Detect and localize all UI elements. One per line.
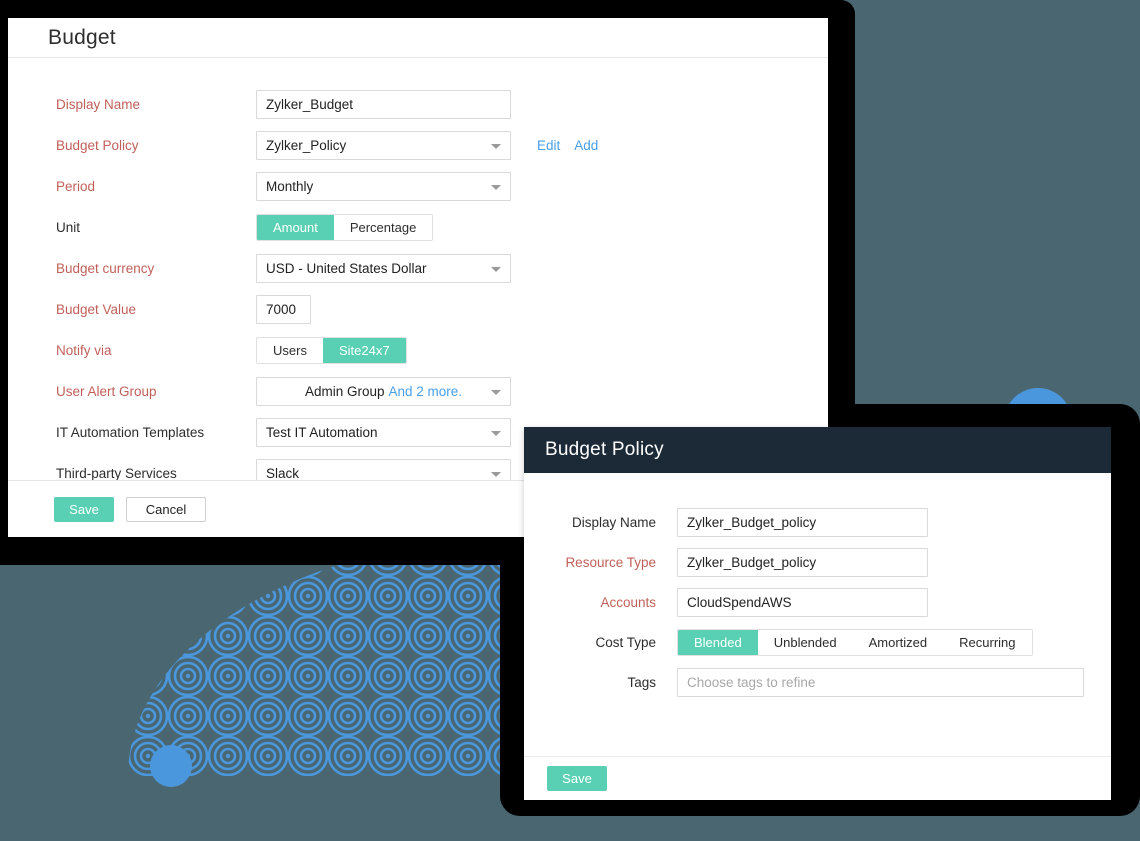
select-it-automation-templates-value: Test IT Automation — [266, 425, 378, 440]
input-display-name[interactable]: Zylker_Budget — [256, 90, 511, 119]
segment-cost-type: Blended Unblended Amortized Recurring — [677, 628, 1033, 656]
budget-policy-dialog: Budget Policy Display Name Zylker_Budget… — [524, 427, 1111, 800]
select-user-alert-group[interactable]: Admin Group And 2 more. — [256, 377, 511, 406]
input-budget-value[interactable]: 7000 — [256, 295, 311, 324]
budget-policy-links: Edit Add — [537, 138, 598, 153]
label-it-automation-templates: IT Automation Templates — [56, 425, 205, 440]
policy-label-display-name: Display Name — [571, 514, 656, 530]
edit-policy-link[interactable]: Edit — [537, 138, 560, 153]
label-budget-policy: Budget Policy — [56, 138, 139, 153]
policy-label-tags: Tags — [627, 674, 656, 690]
segment-option-amount[interactable]: Amount — [257, 215, 334, 240]
policy-input-accounts[interactable]: CloudSpendAWS — [677, 587, 928, 617]
policy-row-resource-type: Resource Type Zylker_Budget_policy — [524, 542, 1111, 582]
policy-dialog-header: Budget Policy — [524, 427, 1111, 473]
label-unit: Unit — [56, 220, 81, 235]
segment-option-users[interactable]: Users — [257, 338, 323, 363]
budget-form: Display Name Zylker_Budget Budget Policy… — [8, 58, 828, 488]
label-period: Period — [56, 179, 96, 194]
select-budget-currency[interactable]: USD - United States Dollar — [256, 254, 511, 283]
label-display-name: Display Name — [56, 97, 141, 112]
label-third-party-services: Third-party Services — [56, 466, 177, 481]
policy-input-display-name[interactable]: Zylker_Budget_policy — [677, 507, 928, 537]
screenshot-stage: Budget Display Name Zylker_Budget Budget… — [0, 0, 1140, 841]
field-row-budget-policy: Budget Policy Zylker_Policy Edit Add — [8, 125, 828, 166]
field-row-budget-currency: Budget currency USD - United States Doll… — [8, 248, 828, 289]
select-period-value: Monthly — [266, 179, 314, 194]
user-alert-group-more-label[interactable]: And 2 more. — [389, 384, 463, 399]
decorative-blue-dot-small — [150, 745, 192, 787]
chevron-down-icon — [491, 184, 501, 190]
add-policy-link[interactable]: Add — [574, 138, 598, 153]
segment-notify-via: Users Site24x7 — [256, 337, 407, 364]
policy-row-tags: Tags Choose tags to refine — [524, 662, 1111, 702]
budget-save-button[interactable]: Save — [54, 496, 114, 522]
policy-row-accounts: Accounts CloudSpendAWS — [524, 582, 1111, 622]
segment-option-blended[interactable]: Blended — [678, 629, 758, 655]
label-budget-value: Budget Value — [56, 302, 137, 317]
budget-card-header: Budget — [8, 18, 828, 58]
policy-dialog-footer: Save — [524, 756, 1111, 800]
segment-option-unblended[interactable]: Unblended — [758, 630, 853, 655]
concentric-circles-pattern-icon — [128, 536, 528, 776]
chevron-down-icon — [491, 430, 501, 436]
select-budget-currency-value: USD - United States Dollar — [266, 261, 427, 276]
segment-unit: Amount Percentage — [256, 214, 434, 241]
segment-option-site24x7[interactable]: Site24x7 — [322, 338, 406, 363]
chevron-down-icon — [491, 471, 501, 477]
policy-label-resource-type: Resource Type — [565, 554, 656, 570]
field-row-user-alert-group: User Alert Group Admin Group And 2 more. — [8, 371, 828, 412]
select-period[interactable]: Monthly — [256, 172, 511, 201]
policy-input-tags[interactable]: Choose tags to refine — [677, 667, 1084, 697]
select-third-party-services-value: Slack — [266, 466, 300, 481]
policy-save-button[interactable]: Save — [547, 766, 607, 791]
chevron-down-icon — [491, 266, 501, 272]
select-budget-policy-value: Zylker_Policy — [266, 138, 347, 153]
policy-form: Display Name Zylker_Budget_policy Resour… — [524, 473, 1111, 702]
label-budget-currency: Budget currency — [56, 261, 155, 276]
field-row-unit: Unit Amount Percentage — [8, 207, 828, 248]
label-user-alert-group: User Alert Group — [56, 384, 157, 399]
field-row-notify-via: Notify via Users Site24x7 — [8, 330, 828, 371]
chevron-down-icon — [491, 143, 501, 149]
label-notify-via: Notify via — [56, 343, 112, 358]
chevron-down-icon — [491, 389, 501, 395]
policy-input-resource-type[interactable]: Zylker_Budget_policy — [677, 547, 928, 577]
policy-row-cost-type: Cost Type Blended Unblended Amortized Re… — [524, 622, 1111, 662]
segment-option-percentage[interactable]: Percentage — [334, 215, 432, 240]
policy-dialog-title: Budget Policy — [545, 439, 664, 460]
select-it-automation-templates[interactable]: Test IT Automation — [256, 418, 511, 447]
policy-label-accounts: Accounts — [600, 594, 656, 610]
budget-page-title: Budget — [48, 25, 116, 49]
select-user-alert-group-value: Admin Group — [304, 384, 385, 399]
select-budget-policy[interactable]: Zylker_Policy — [256, 131, 511, 160]
field-row-period: Period Monthly — [8, 166, 828, 207]
segment-option-amortized[interactable]: Amortized — [853, 630, 944, 655]
segment-option-recurring[interactable]: Recurring — [943, 630, 1031, 655]
field-row-budget-value: Budget Value 7000 — [8, 289, 828, 330]
policy-row-display-name: Display Name Zylker_Budget_policy — [524, 502, 1111, 542]
budget-cancel-button[interactable]: Cancel — [126, 496, 206, 522]
policy-label-cost-type: Cost Type — [595, 634, 656, 650]
field-row-display-name: Display Name Zylker_Budget — [8, 84, 828, 125]
